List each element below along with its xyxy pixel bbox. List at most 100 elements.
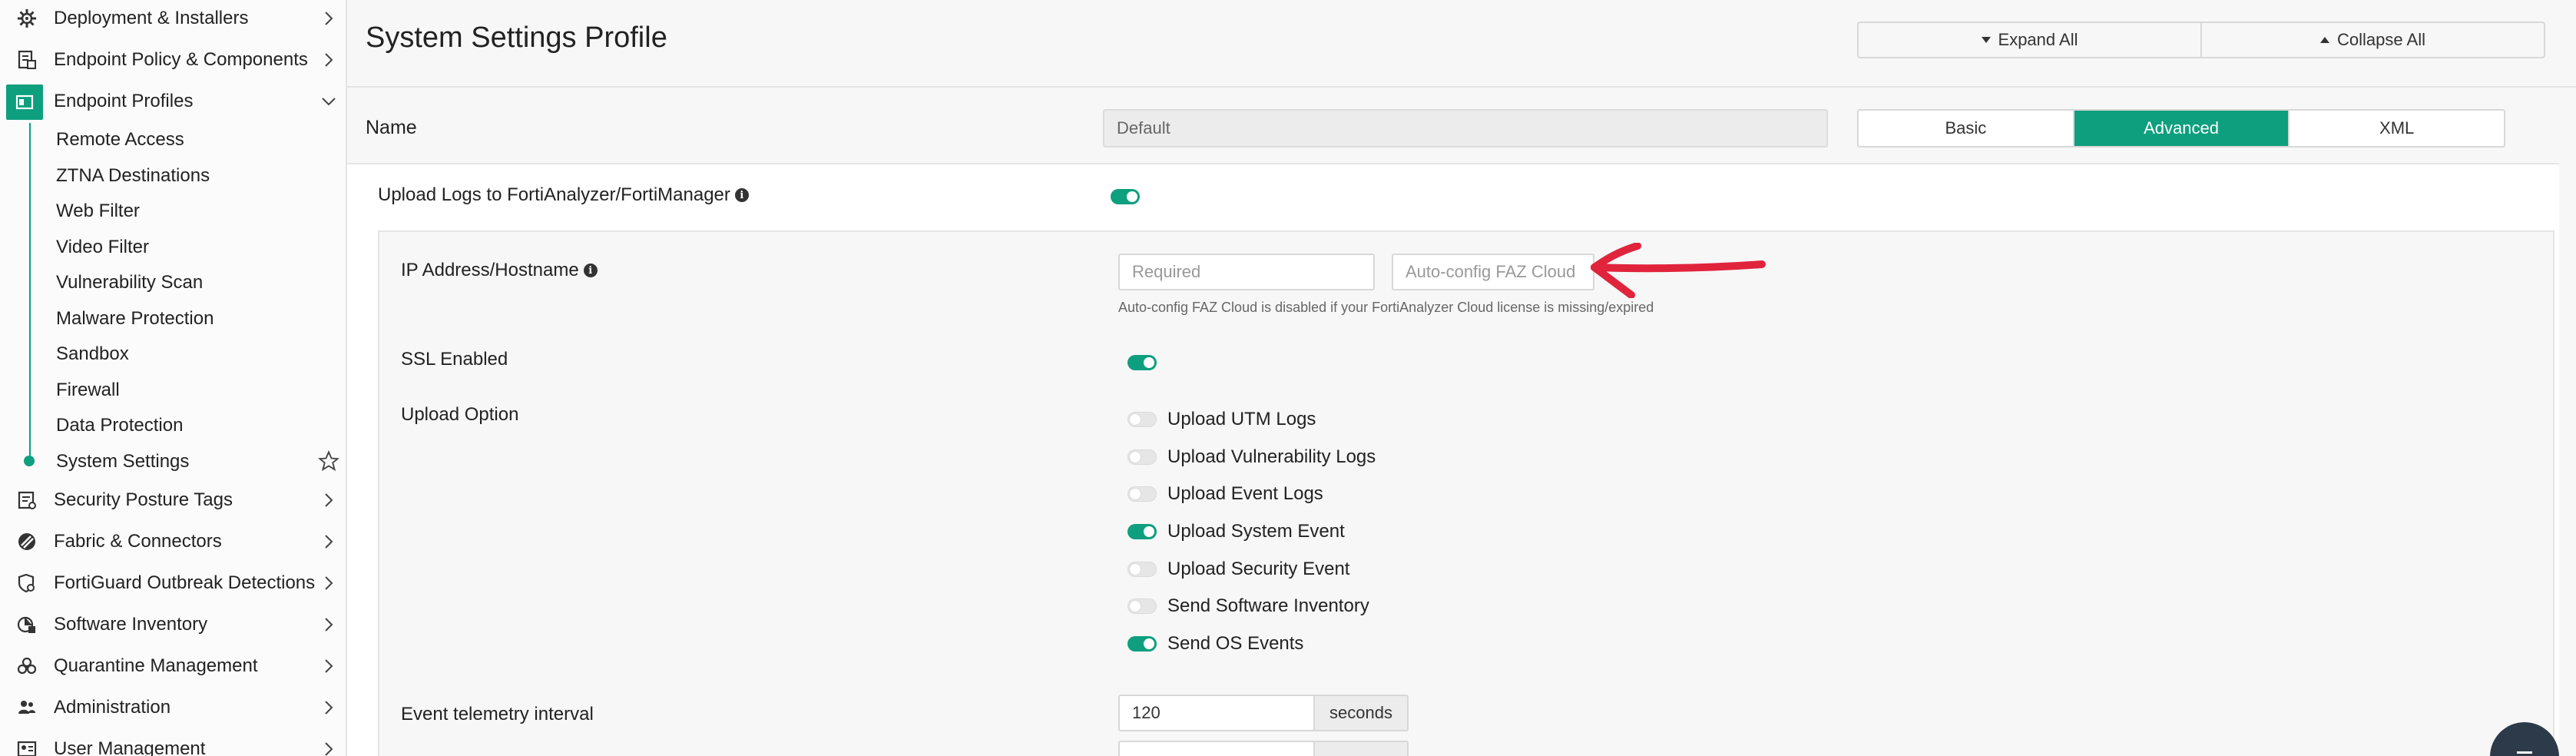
chevron-right-icon — [325, 493, 333, 507]
sidebar-item-endpoint-policy[interactable]: Endpoint Policy & Components — [0, 40, 346, 80]
ip-hostname-text: IP Address/Hostname — [401, 260, 579, 280]
annotation-red-arrow-icon — [1591, 243, 1766, 298]
sidebar-subitem-label: Video Filter — [56, 237, 149, 257]
sidebar-subitem-label: ZTNA Destinations — [56, 165, 210, 186]
event-telemetry-interval-input[interactable]: 120 — [1118, 695, 1315, 731]
chevron-right-icon — [325, 53, 333, 67]
view-mode-toggle: Basic Advanced XML — [1857, 109, 2505, 148]
chevron-right-icon — [325, 701, 333, 715]
app-root: Deployment & Installers Endpoint Policy … — [0, 0, 2576, 756]
sidebar-item-fortiguard-outbreak[interactable]: FortiGuard Outbreak Detections — [0, 563, 346, 603]
sidebar-item-software-inventory[interactable]: Software Inventory — [0, 605, 346, 645]
upload-system-event-label: Upload System Event — [1167, 521, 1345, 542]
chevron-right-icon — [325, 12, 333, 25]
sidebar-item-label: Endpoint Profiles — [54, 91, 194, 111]
sidebar-subitem-label: Malware Protection — [56, 308, 214, 329]
upload-logs-text: Upload Logs to FortiAnalyzer/FortiManage… — [378, 184, 730, 205]
sidebar-subitem-label: Vulnerability Scan — [56, 272, 204, 293]
mode-xml-button[interactable]: XML — [2288, 111, 2504, 146]
sidebar-item-fabric-connectors[interactable]: Fabric & Connectors — [0, 522, 346, 562]
chevron-right-icon — [325, 742, 333, 756]
policy-document-icon — [15, 50, 38, 70]
send-software-inventory-label: Send Software Inventory — [1167, 595, 1369, 616]
sidebar-item-label: Quarantine Management — [54, 655, 258, 676]
upload-utm-logs-label: Upload UTM Logs — [1167, 409, 1316, 429]
next-interval-input[interactable] — [1118, 741, 1315, 756]
upload-vulnerability-logs-label: Upload Vulnerability Logs — [1167, 446, 1376, 467]
sidebar-subitem-web-filter[interactable]: Web Filter — [0, 193, 346, 228]
upload-logs-label: Upload Logs to FortiAnalyzer/FortiManage… — [378, 184, 749, 206]
upload-system-event-toggle[interactable] — [1127, 524, 1157, 539]
sidebar-subitem-video-filter[interactable]: Video Filter — [0, 229, 346, 264]
auto-config-faz-cloud-button[interactable]: Auto-config FAZ Cloud — [1392, 254, 1594, 290]
active-indicator-dot — [24, 456, 35, 466]
sidebar-subitem-label: Firewall — [56, 380, 120, 400]
sidebar-item-deployment-installers[interactable]: Deployment & Installers — [0, 0, 346, 38]
sidebar-item-administration[interactable]: Administration — [0, 688, 346, 728]
sidebar-item-label: Deployment & Installers — [54, 8, 249, 28]
sidebar-item-endpoint-profiles[interactable]: Endpoint Profiles — [0, 81, 346, 121]
upload-security-event-toggle[interactable] — [1127, 562, 1157, 577]
sidebar-item-quarantine-management[interactable]: Quarantine Management — [0, 646, 346, 686]
mode-advanced-button[interactable]: Advanced — [2072, 111, 2289, 146]
info-icon[interactable]: i — [583, 264, 598, 277]
sidebar-subitem-data-protection[interactable]: Data Protection — [0, 407, 346, 443]
upload-logs-toggle[interactable] — [1111, 189, 1140, 204]
upload-utm-logs-toggle[interactable] — [1127, 412, 1157, 427]
sidebar-subitem-sandbox[interactable]: Sandbox — [0, 336, 346, 371]
mode-basic-button[interactable]: Basic — [1859, 111, 2073, 146]
name-label: Name — [366, 117, 417, 138]
sidebar-item-security-posture-tags[interactable]: Security Posture Tags — [0, 480, 346, 520]
event-telemetry-interval-label: Event telemetry interval — [401, 704, 594, 724]
sidebar-item-label: Security Posture Tags — [54, 489, 233, 510]
sidebar-subitem-label: Web Filter — [56, 201, 140, 221]
main-content: System Settings Profile Expand All Colla… — [347, 0, 2576, 756]
sidebar-item-user-management[interactable]: User Management — [0, 729, 346, 756]
upload-event-logs-toggle[interactable] — [1127, 486, 1157, 502]
sidebar-item-label: User Management — [54, 738, 206, 756]
sidebar-subitem-malware-protection[interactable]: Malware Protection — [0, 300, 346, 336]
send-os-events-label: Send OS Events — [1167, 633, 1304, 654]
chevron-right-icon — [325, 535, 333, 549]
sidebar-subitem-vulnerability-scan[interactable]: Vulnerability Scan — [0, 264, 346, 300]
upload-vulnerability-logs-toggle[interactable] — [1127, 449, 1157, 465]
sidebar-item-label: Administration — [54, 697, 171, 718]
ip-hostname-input[interactable]: Required — [1118, 254, 1375, 290]
caret-up-icon — [2320, 37, 2330, 43]
upload-event-logs-label: Upload Event Logs — [1167, 483, 1323, 504]
sidebar-subitem-ztna-destinations[interactable]: ZTNA Destinations — [0, 158, 346, 193]
send-software-inventory-toggle[interactable] — [1127, 598, 1157, 614]
quarantine-biohazard-icon — [15, 656, 38, 676]
fabric-icon — [15, 532, 38, 552]
sidebar-subitem-remote-access[interactable]: Remote Access — [0, 121, 346, 157]
endpoint-profile-icon — [6, 85, 43, 120]
next-unit-addon — [1315, 741, 1409, 756]
sidebar-subitem-system-settings[interactable]: System Settings — [0, 443, 346, 479]
sidebar-subitem-firewall[interactable]: Firewall — [0, 372, 346, 407]
sidebar-subitem-label: Remote Access — [56, 129, 184, 150]
caret-down-icon — [1981, 37, 1991, 43]
chevron-right-icon — [325, 659, 333, 673]
outbreak-shield-icon — [15, 573, 38, 593]
chevron-down-icon — [322, 98, 336, 106]
expand-all-button[interactable]: Expand All — [1859, 23, 2200, 57]
auto-config-hint: Auto-config FAZ Cloud is disabled if you… — [1118, 300, 1654, 315]
divider — [347, 86, 2576, 88]
upload-settings-group: IP Address/Hostname i Required Auto-confi… — [378, 230, 2554, 756]
seconds-unit-addon: seconds — [1315, 695, 1409, 731]
settings-panel: Upload Logs to FortiAnalyzer/FortiManage… — [347, 163, 2559, 756]
sidebar-item-label: Software Inventory — [54, 614, 208, 635]
page-title: System Settings Profile — [366, 22, 667, 54]
sidebar-item-label: Fabric & Connectors — [54, 531, 222, 552]
upload-security-event-label: Upload Security Event — [1167, 559, 1350, 579]
chevron-right-icon — [325, 576, 333, 590]
star-favorite-icon[interactable] — [318, 450, 339, 472]
send-os-events-toggle[interactable] — [1127, 636, 1157, 652]
collapse-all-button[interactable]: Collapse All — [2200, 23, 2544, 57]
ssl-enabled-toggle[interactable] — [1127, 355, 1157, 370]
sidebar-subitem-label: System Settings — [56, 451, 190, 472]
sidebar-item-label: FortiGuard Outbreak Detections — [54, 572, 316, 593]
ip-hostname-label: IP Address/Hostname i — [401, 260, 598, 281]
ssl-enabled-label: SSL Enabled — [401, 349, 508, 370]
info-icon[interactable]: i — [734, 188, 749, 202]
